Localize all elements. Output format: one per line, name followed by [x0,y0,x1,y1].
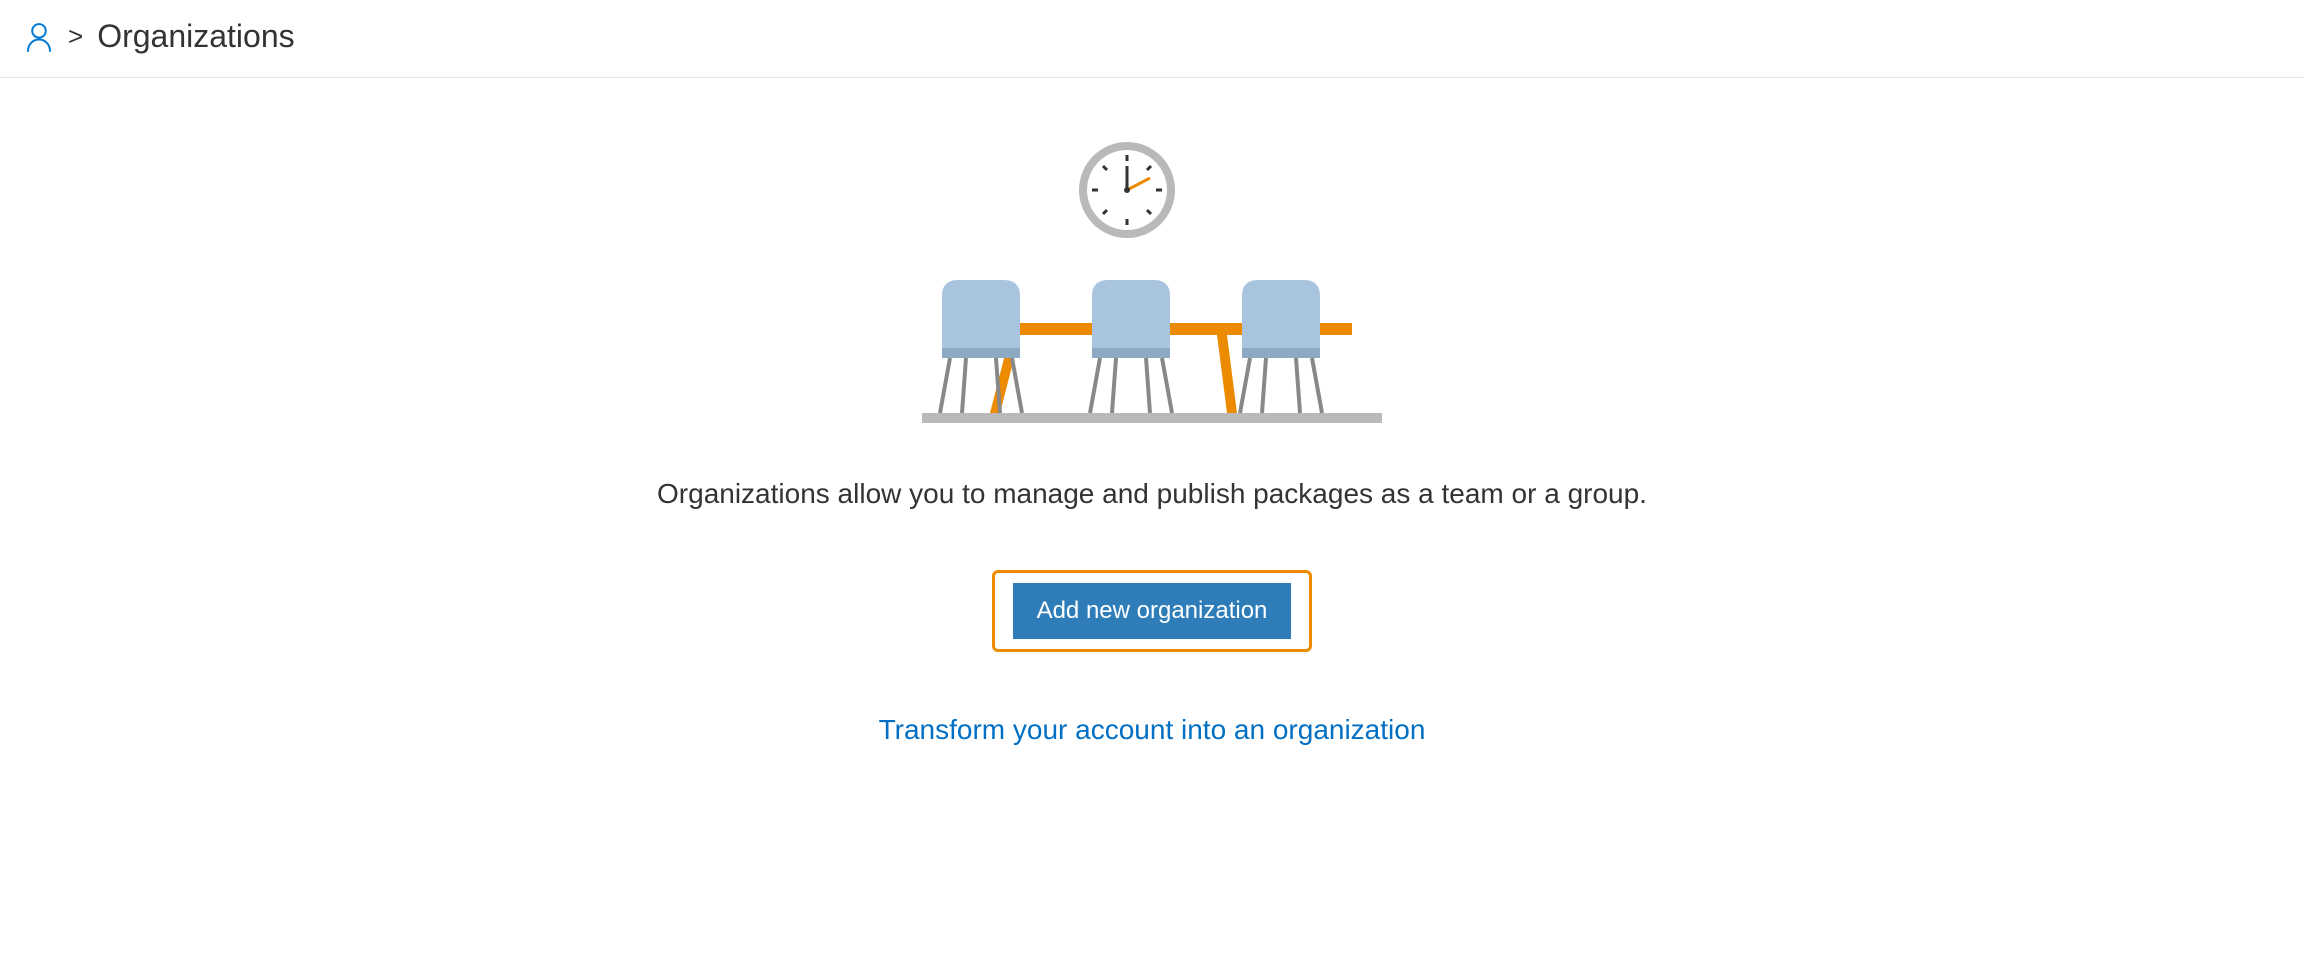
organizations-description: Organizations allow you to manage and pu… [657,478,1647,510]
breadcrumb: > Organizations [0,0,2304,78]
page-title: Organizations [97,18,294,55]
breadcrumb-separator: > [68,21,83,52]
transform-account-link[interactable]: Transform your account into an organizat… [879,714,1426,746]
meeting-room-illustration [912,138,1392,428]
user-icon[interactable] [24,21,54,53]
add-new-organization-button[interactable]: Add new organization [1013,583,1292,639]
add-organization-highlight-frame: Add new organization [992,570,1313,652]
main-content: Organizations allow you to manage and pu… [0,78,2304,746]
page-root: > Organizations [0,0,2304,973]
